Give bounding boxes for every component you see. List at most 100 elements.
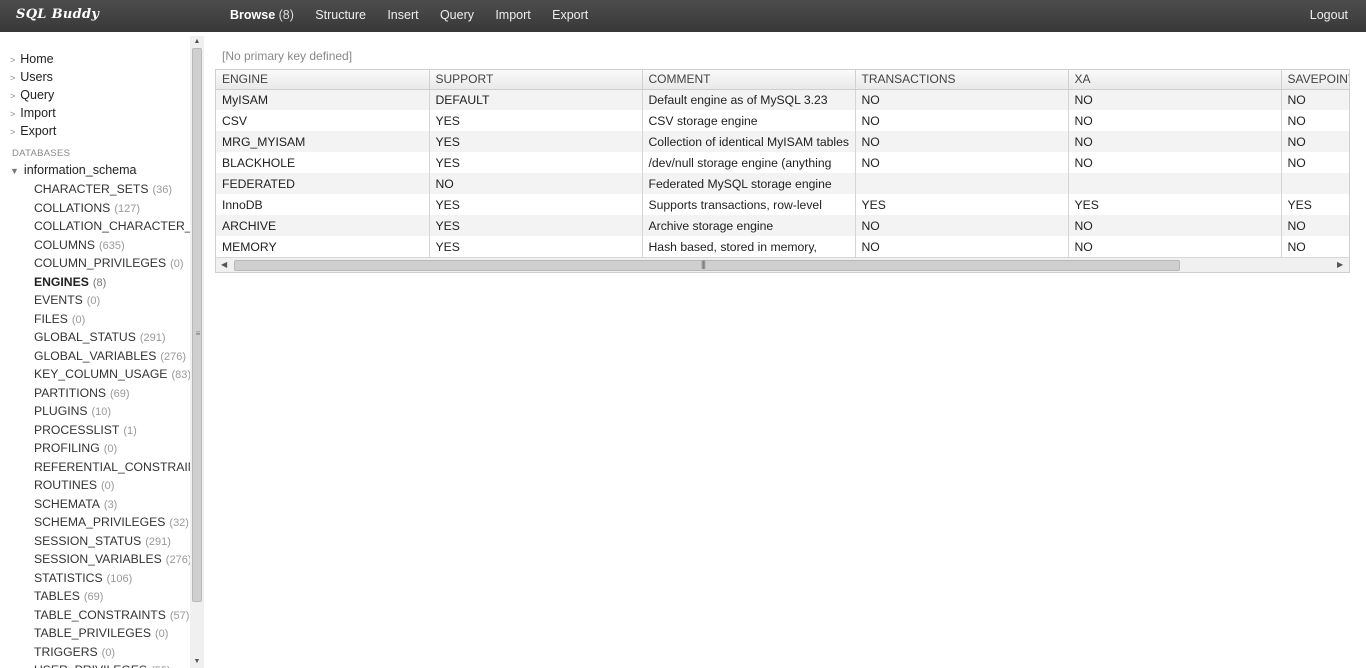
table-name: PARTITIONS: [34, 385, 107, 400]
table-cell: NO: [1068, 215, 1282, 236]
nav-browse-count: (8): [278, 8, 294, 22]
table-name: PROFILING: [34, 441, 100, 455]
scroll-up-icon[interactable]: ▲: [192, 38, 202, 45]
nav-export[interactable]: Export: [552, 8, 588, 22]
sidebar-item-home[interactable]: > Home: [10, 50, 56, 68]
table-name: PROCESSLIST: [34, 422, 120, 437]
chevron-right-icon: >: [10, 55, 16, 65]
sidebar-table-item[interactable]: PROCESSLIST (1): [34, 421, 190, 440]
table-row[interactable]: MyISAM DEFAULT Default engine as of MySQL …: [216, 89, 1349, 110]
sidebar-item-import[interactable]: > Import: [10, 104, 56, 122]
sidebar-table-item[interactable]: ROUTINES (0): [34, 476, 190, 495]
table-cell: DEFAULT: [429, 89, 643, 110]
main-nav: Browse (8) Structure Insert Query Import…: [230, 8, 606, 26]
horizontal-scroll-thumb[interactable]: |||: [234, 259, 1180, 271]
sidebar-table-item[interactable]: TABLE_PRIVILEGES (0): [34, 624, 190, 643]
sidebar-table-item[interactable]: REFERENTIAL_CONSTRAINTS: [34, 458, 190, 477]
table-row[interactable]: ARCHIVE YES Archive storage engine NO NO NO: [216, 215, 1349, 236]
column-header[interactable]: TRANSACTIONS: [855, 70, 1069, 90]
nav-structure[interactable]: Structure: [315, 8, 366, 22]
scroll-down-icon[interactable]: ▼: [192, 658, 202, 665]
table-row[interactable]: BLACKHOLE YES/dev/null storage engine (an…: [216, 152, 1349, 173]
nav-import[interactable]: Import: [495, 8, 530, 22]
nav-query[interactable]: Query: [440, 8, 474, 22]
sidebar-table-item[interactable]: CHARACTER_SETS (36): [34, 180, 190, 199]
table-cell: InnoDB: [216, 194, 430, 215]
table-cell: MEMORY: [216, 236, 430, 257]
table-row[interactable]: MEMORY YES Hash based, stored in memory, NO…: [216, 236, 1349, 257]
primary-key-note: [No primary key defined]: [222, 49, 353, 63]
table-name: GLOBAL_STATUS: [34, 330, 136, 344]
sidebar-table-item[interactable]: TABLES (69): [34, 587, 190, 606]
sidebar-menu: > Home > Users > Query > Import > Export: [10, 50, 56, 140]
table-cell: NO: [1068, 236, 1282, 257]
sidebar-table-item[interactable]: SCHEMA_PRIVILEGES (32): [34, 513, 190, 532]
sidebar-table-item[interactable]: SESSION_STATUS (291): [34, 532, 190, 551]
table-cell: NO: [429, 173, 643, 194]
table-cell: NO: [855, 236, 1069, 257]
sidebar-table-item[interactable]: COLUMN_PRIVILEGES (0): [34, 254, 190, 273]
column-header[interactable]: SAVEPOINTS: [1281, 70, 1349, 90]
table-row[interactable]: FEDERATED NO Federated MySQL storage engin…: [216, 173, 1349, 194]
nav-insert[interactable]: Insert: [387, 8, 418, 22]
table-cell: YES: [429, 110, 643, 131]
sidebar-table-item[interactable]: COLUMNS (635): [34, 236, 190, 255]
table-cell: [1281, 173, 1349, 194]
table-row-count: (0): [170, 258, 184, 270]
sidebar-table-item[interactable]: COLLATIONS (127): [34, 199, 190, 218]
sidebar-scroll-thumb[interactable]: ≡: [192, 48, 202, 602]
app-logo[interactable]: SQL Buddy: [16, 7, 99, 22]
sidebar-table-item[interactable]: TABLE_CONSTRAINTS (57): [34, 606, 190, 625]
sidebar-table-item[interactable]: GLOBAL_STATUS (291): [34, 328, 190, 347]
sidebar-table-item[interactable]: PARTITIONS (69): [34, 384, 190, 403]
table-row[interactable]: MRG_MYISAM YES Collection of identical MyI…: [216, 131, 1349, 152]
sidebar-table-item[interactable]: STATISTICS (106): [34, 569, 190, 588]
database-item[interactable]: ▼ information_schema: [10, 163, 136, 177]
sidebar-table-item[interactable]: GLOBAL_VARIABLES (276): [34, 347, 190, 366]
sidebar-scrollbar[interactable]: ▲ ≡ ▼: [190, 36, 204, 668]
grip-icon: ≡: [195, 329, 201, 338]
table-name: USER_PRIVILEGES: [34, 663, 147, 668]
sidebar-table-item[interactable]: SCHEMATA (3): [34, 495, 190, 514]
horizontal-scrollbar[interactable]: ◀ ||| ▶: [216, 257, 1349, 272]
table-name: TABLE_PRIVILEGES: [34, 626, 151, 640]
sidebar-table-item[interactable]: EVENTS (0): [34, 291, 190, 310]
table-row[interactable]: CSV YES CSV storage engine NO NO NO: [216, 110, 1349, 131]
scroll-left-icon[interactable]: ◀: [221, 260, 227, 269]
nav-export-label: Export: [552, 8, 589, 22]
sidebar-table-item[interactable]: KEY_COLUMN_USAGE (83): [34, 365, 190, 384]
table-cell: YES: [429, 131, 643, 152]
table-row[interactable]: InnoDB YES Supports transactions, row-leve…: [216, 194, 1349, 215]
column-header[interactable]: ENGINE: [216, 70, 430, 90]
table-row-count: (0): [86, 295, 101, 307]
table-name: PLUGINS: [34, 404, 88, 418]
table-cell: YES: [429, 236, 643, 257]
scroll-right-icon[interactable]: ▶: [1337, 260, 1343, 269]
sidebar-table-item[interactable]: SESSION_VARIABLES (276): [34, 550, 190, 569]
data-grid-viewport: ENGINE SUPPORT COMMENT TRANSACTIONS XA SAVEPO…: [216, 70, 1349, 258]
column-header[interactable]: COMMENT: [642, 70, 856, 90]
sidebar-table-item[interactable]: PLUGINS (10): [34, 402, 190, 421]
sidebar-item-query[interactable]: > Query: [10, 86, 56, 104]
nav-browse-label: Browse: [230, 8, 276, 22]
sidebar-table-item[interactable]: PROFILING (0): [34, 439, 190, 458]
table-header-row: ENGINE SUPPORT COMMENT TRANSACTIONS XA SAVEPO…: [216, 70, 1349, 90]
column-header[interactable]: XA: [1068, 70, 1282, 90]
column-header[interactable]: SUPPORT: [429, 70, 643, 90]
table-cell: NO: [855, 89, 1069, 110]
sidebar-table-item[interactable]: COLLATION_CHARACTER_SET_APPLICABILITY: [34, 217, 190, 236]
chevron-right-icon: >: [10, 109, 16, 119]
nav-browse[interactable]: Browse (8): [230, 8, 294, 22]
logout-link[interactable]: Logout: [1310, 8, 1348, 22]
sidebar-table-item[interactable]: USER_PRIVILEGES(55): [34, 661, 190, 668]
sidebar-item-users[interactable]: > Users: [10, 68, 56, 86]
sidebar-table-item[interactable]: TRIGGERS (0): [34, 643, 190, 662]
sidebar-table-item[interactable]: ENGINES (8): [34, 273, 190, 292]
sidebar-table-item[interactable]: FILES (0): [34, 310, 190, 329]
table-row-count: (32): [169, 517, 189, 529]
table-row-count: (106): [106, 572, 133, 585]
expand-triangle-icon[interactable]: ▼: [10, 166, 19, 176]
table-row-count: (69): [83, 591, 104, 603]
sidebar-item-export[interactable]: > Export: [10, 122, 56, 140]
table-row-count: (127): [114, 202, 140, 215]
